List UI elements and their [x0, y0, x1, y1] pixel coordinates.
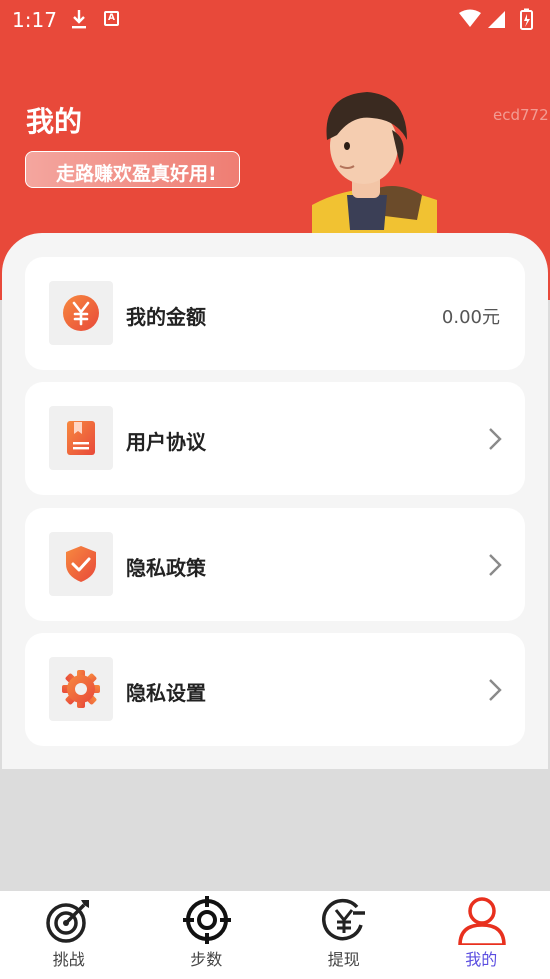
shield-check-icon	[66, 546, 96, 582]
tab-steps[interactable]: 步数	[138, 891, 276, 979]
chevron-right-icon	[489, 428, 502, 450]
tab-mine[interactable]: 我的	[413, 891, 550, 979]
app-notification-icon: A	[104, 11, 119, 26]
card-privacy-settings[interactable]: 隐私设置	[25, 633, 525, 746]
card-user-agreement[interactable]: 用户协议	[25, 382, 525, 495]
person-icon	[457, 897, 506, 945]
tab-label: 挑战	[52, 950, 85, 969]
card-label: 用户协议	[126, 430, 206, 454]
icon-box	[49, 406, 113, 470]
crosshair-icon	[182, 896, 231, 944]
card-my-amount[interactable]: 我的金额 0.00元	[25, 257, 525, 370]
boy-illustration-icon	[312, 92, 437, 240]
document-icon	[67, 421, 95, 455]
card-label: 我的金额	[126, 305, 206, 329]
tab-label: 提现	[327, 950, 360, 969]
yen-coin-icon	[63, 295, 99, 331]
bottom-tab-bar: 挑战 步数 提现 我的	[0, 891, 550, 979]
watermark-text: ecd772	[493, 106, 549, 124]
status-indicators-icon	[459, 8, 533, 30]
icon-box	[49, 281, 113, 345]
slogan-banner: 走路赚欢盈真好用!	[25, 151, 240, 188]
target-arrow-icon	[46, 900, 89, 943]
icon-box	[49, 532, 113, 596]
amount-value: 0.00元	[441, 307, 500, 328]
tab-withdraw[interactable]: 提现	[275, 891, 413, 979]
yen-withdraw-icon	[322, 898, 365, 941]
chevron-right-icon	[489, 554, 502, 576]
icon-box	[49, 657, 113, 721]
status-bar: 1:17 A	[0, 0, 550, 40]
tab-label: 我的	[465, 950, 498, 969]
download-icon	[72, 10, 86, 29]
gear-icon	[62, 670, 100, 708]
tab-label: 步数	[190, 950, 223, 969]
slogan-text: 走路赚欢盈真好用!	[56, 163, 217, 185]
page-title: 我的	[26, 105, 83, 138]
tab-challenge[interactable]: 挑战	[0, 891, 138, 979]
card-label: 隐私政策	[126, 556, 206, 580]
chevron-right-icon	[489, 679, 502, 701]
card-privacy-policy[interactable]: 隐私政策	[25, 508, 525, 621]
status-time: 1:17	[12, 8, 57, 32]
card-label: 隐私设置	[126, 681, 206, 705]
